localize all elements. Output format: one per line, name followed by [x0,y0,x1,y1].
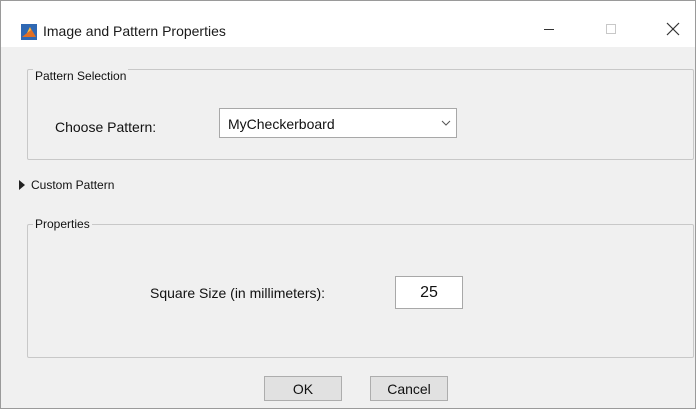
pattern-dropdown-value: MyCheckerboard [228,116,335,132]
custom-pattern-label: Custom Pattern [31,178,115,192]
close-button[interactable] [651,13,695,45]
chevron-down-icon[interactable] [436,109,456,137]
cancel-button[interactable]: Cancel [370,376,448,401]
ok-button[interactable]: OK [264,376,342,401]
minimize-button[interactable] [527,13,571,45]
maximize-button[interactable] [589,13,633,45]
dialog-window: Image and Pattern Properties Pattern Sel… [0,0,696,409]
title-bar[interactable]: Image and Pattern Properties [1,1,695,47]
minimize-icon [544,29,554,30]
properties-group [27,224,694,358]
close-icon [666,22,680,36]
properties-group-label: Properties [33,217,92,231]
maximize-icon [606,24,616,34]
pattern-selection-group-label: Pattern Selection [33,69,129,83]
triangle-right-icon [19,180,25,190]
pattern-dropdown[interactable]: MyCheckerboard [219,108,457,138]
window-title: Image and Pattern Properties [43,23,226,39]
square-size-label: Square Size (in millimeters): [150,285,326,301]
choose-pattern-label: Choose Pattern: [55,119,157,135]
custom-pattern-toggle[interactable]: Custom Pattern [19,177,114,193]
matlab-icon [21,24,37,40]
square-size-input[interactable] [395,276,463,309]
